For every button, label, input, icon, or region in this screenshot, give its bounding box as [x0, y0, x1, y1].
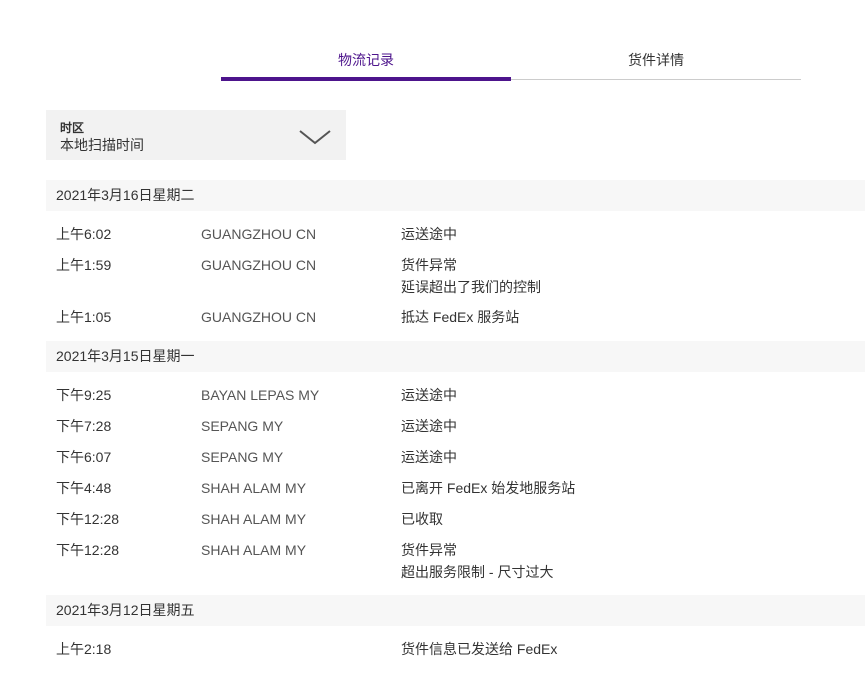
tracking-events: 2021年3月16日星期二 上午6:02 GUANGZHOU CN 运送途中 上午1:5… — [46, 180, 865, 673]
event-time: 下午7:28 — [56, 418, 112, 434]
tab-bar: 物流记录 货件详情 — [221, 44, 801, 81]
event-status: 抵达 FedEx 服务站 — [401, 306, 519, 328]
event-location: SHAH ALAM MY — [201, 511, 307, 527]
event-location: SEPANG MY — [201, 449, 284, 465]
event-row: 下午12:28 SHAH ALAM MY 已收取 — [46, 508, 865, 539]
event-row: 下午9:25 BAYAN LEPAS MY 运送途中 — [46, 384, 865, 415]
event-row: 上午6:02 GUANGZHOU CN 运送途中 — [46, 223, 865, 254]
event-time: 上午1:59 — [56, 257, 112, 273]
event-status: 货件异常延误超出了我们的控制 — [401, 254, 541, 298]
date-header: 2021年3月15日星期一 — [46, 341, 865, 372]
event-row: 下午6:07 SEPANG MY 运送途中 — [46, 446, 865, 477]
event-row: 下午7:28 SEPANG MY 运送途中 — [46, 415, 865, 446]
event-status-line: 运送途中 — [401, 387, 457, 403]
timezone-value: 本地扫描时间 — [60, 137, 144, 153]
event-time: 下午12:28 — [56, 511, 120, 527]
event-status: 货件异常超出服务限制 - 尺寸过大 — [401, 539, 553, 583]
event-location: SHAH ALAM MY — [201, 480, 307, 496]
event-time: 下午6:07 — [56, 449, 112, 465]
event-status: 货件信息已发送给 FedEx — [401, 638, 557, 660]
event-time: 上午2:18 — [56, 641, 112, 657]
event-status-line: 运送途中 — [401, 418, 457, 434]
date-header: 2021年3月16日星期二 — [46, 180, 865, 211]
event-status: 运送途中 — [401, 415, 457, 437]
event-location: GUANGZHOU CN — [201, 226, 317, 242]
event-list: 上午6:02 GUANGZHOU CN 运送途中上午1:59 GUANGZHOU CN… — [46, 211, 865, 341]
event-location: GUANGZHOU CN — [201, 257, 317, 273]
tab-shipment-details[interactable]: 货件详情 — [511, 44, 801, 80]
event-time: 下午4:48 — [56, 480, 112, 496]
event-location: BAYAN LEPAS MY — [201, 387, 320, 403]
event-location: SHAH ALAM MY — [201, 542, 307, 558]
event-status-line: 抵达 FedEx 服务站 — [401, 309, 520, 325]
event-status-line: 货件信息已发送给 FedEx — [401, 641, 558, 657]
event-status-line: 延误超出了我们的控制 — [401, 279, 541, 295]
event-time: 下午9:25 — [56, 387, 112, 403]
event-status: 已收取 — [401, 508, 443, 530]
event-status: 运送途中 — [401, 384, 457, 406]
event-row: 下午12:28 SHAH ALAM MY 货件异常超出服务限制 - 尺寸过大 — [46, 539, 865, 591]
event-status-line: 运送途中 — [401, 449, 457, 465]
event-status: 运送途中 — [401, 223, 457, 245]
event-row: 上午2:18 货件信息已发送给 FedEx — [46, 638, 865, 669]
event-status: 已离开 FedEx 始发地服务站 — [401, 477, 575, 499]
active-tab-indicator — [221, 77, 511, 81]
chevron-down-icon — [299, 130, 331, 145]
event-location: SEPANG MY — [201, 418, 284, 434]
event-list: 下午9:25 BAYAN LEPAS MY 运送途中 下午7:28 SEPANG MY 运… — [46, 372, 865, 595]
event-time: 上午1:05 — [56, 309, 112, 325]
event-time: 下午12:28 — [56, 542, 120, 558]
event-location: GUANGZHOU CN — [201, 309, 317, 325]
event-time: 上午6:02 — [56, 226, 112, 242]
date-header: 2021年3月12日星期五 — [46, 595, 865, 626]
event-row: 上午1:59 GUANGZHOU CN 货件异常延误超出了我们的控制 — [46, 254, 865, 306]
event-list: 上午2:18 货件信息已发送给 FedEx — [46, 626, 865, 673]
event-status-line: 货件异常 — [401, 542, 457, 558]
event-status-line: 已收取 — [401, 511, 443, 527]
timezone-select[interactable]: 时区 本地扫描时间 — [46, 110, 346, 160]
event-status-line: 运送途中 — [401, 226, 457, 242]
event-status-line: 货件异常 — [401, 257, 457, 273]
event-row: 下午4:48 SHAH ALAM MY 已离开 FedEx 始发地服务站 — [46, 477, 865, 508]
event-status-line: 超出服务限制 - 尺寸过大 — [401, 564, 554, 580]
timezone-label: 时区 — [60, 121, 85, 135]
tab-tracking-history[interactable]: 物流记录 — [221, 44, 511, 80]
event-row: 上午1:05 GUANGZHOU CN 抵达 FedEx 服务站 — [46, 306, 865, 337]
event-status: 运送途中 — [401, 446, 457, 468]
event-status-line: 已离开 FedEx 始发地服务站 — [401, 480, 576, 496]
